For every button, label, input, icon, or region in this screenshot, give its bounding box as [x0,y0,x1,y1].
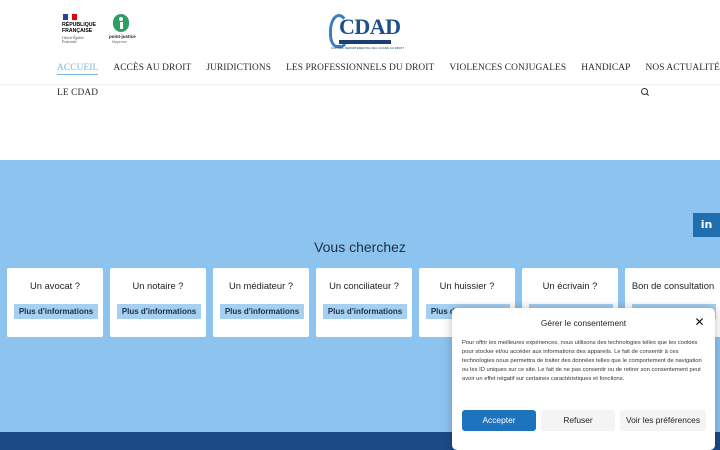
card-title: Un conciliateur ? [329,280,399,291]
cdad-logo[interactable]: CDAD CONSEIL DÉPARTEMENTAL DE L'ACCÈS AU… [327,10,404,54]
point-justice-icon [113,14,129,32]
main-nav: ACCUEIL ACCÈS AU DROIT JURIDICTIONS LES … [57,62,720,75]
site-header: RÉPUBLIQUE FRANÇAISE Liberté Égalité Fra… [0,0,720,112]
refuse-button[interactable]: Refuser [541,410,615,431]
card-notaire[interactable]: Un notaire ? Plus d'informations [110,268,206,337]
card-title: Un huissier ? [439,280,495,291]
nav-item-le-cdad[interactable]: LE CDAD [57,87,98,99]
card-more-info-button[interactable]: Plus d'informations [14,304,98,319]
card-title: Un médiateur ? [228,280,294,291]
card-more-info-button[interactable]: Plus d'informations [220,304,304,319]
point-justice-sub: Mayenne [112,40,127,44]
point-justice-name: point-justice [109,34,136,39]
card-conciliateur[interactable]: Un conciliateur ? Plus d'informations [316,268,412,337]
nav-item-actualites[interactable]: NOS ACTUALITÉS [645,62,720,75]
rf-logo-title: RÉPUBLIQUE FRANÇAISE [62,22,97,34]
nav-item-juridictions[interactable]: JURIDICTIONS [206,62,271,75]
accept-button[interactable]: Accepter [462,410,536,431]
rf-logo-motto: Liberté Égalité Fraternité [62,36,84,44]
preferences-button[interactable]: Voir les préférences [620,410,706,431]
card-mediateur[interactable]: Un médiateur ? Plus d'informations [213,268,309,337]
cookie-consent-dialog: Gérer le consentement ✕ Pour offrir les … [452,308,715,450]
point-justice-logo[interactable]: point-justice Mayenne [108,14,138,48]
french-flag-icon [63,14,78,20]
card-more-info-button[interactable]: Plus d'informations [323,304,407,319]
header-divider [0,84,720,86]
card-title: Bon de consultation [631,280,715,291]
cdad-logo-text: CDAD [339,14,401,39]
nav-item-violences-conjugales[interactable]: VIOLENCES CONJUGALES [449,62,566,75]
consent-title: Gérer le consentement [540,318,627,328]
nav-item-acces-au-droit[interactable]: ACCÈS AU DROIT [113,62,191,75]
section-title: Vous cherchez [314,239,406,255]
card-title: Un avocat ? [29,280,81,291]
nav-item-accueil[interactable]: ACCUEIL [57,62,99,75]
close-icon[interactable]: ✕ [694,316,705,328]
card-title: Un écrivain ? [542,280,598,291]
cdad-logo-sub: CONSEIL DÉPARTEMENTAL DE L'ACCÈS AU DROI… [331,46,405,50]
consent-text: Pour offrir les meilleures expériences, … [462,340,702,382]
card-title: Un notaire ? [132,280,184,291]
linkedin-icon[interactable]: in [693,213,720,237]
nav-item-handicap[interactable]: HANDICAP [581,62,630,75]
search-icon[interactable] [641,88,649,96]
card-avocat[interactable]: Un avocat ? Plus d'informations [7,268,103,337]
cdad-logo-band [339,40,391,44]
nav-item-professionnels-du-droit[interactable]: LES PROFESSIONNELS DU DROIT [286,62,434,75]
card-more-info-button[interactable]: Plus d'informations [117,304,201,319]
republique-francaise-logo[interactable]: RÉPUBLIQUE FRANÇAISE Liberté Égalité Fra… [60,14,100,48]
